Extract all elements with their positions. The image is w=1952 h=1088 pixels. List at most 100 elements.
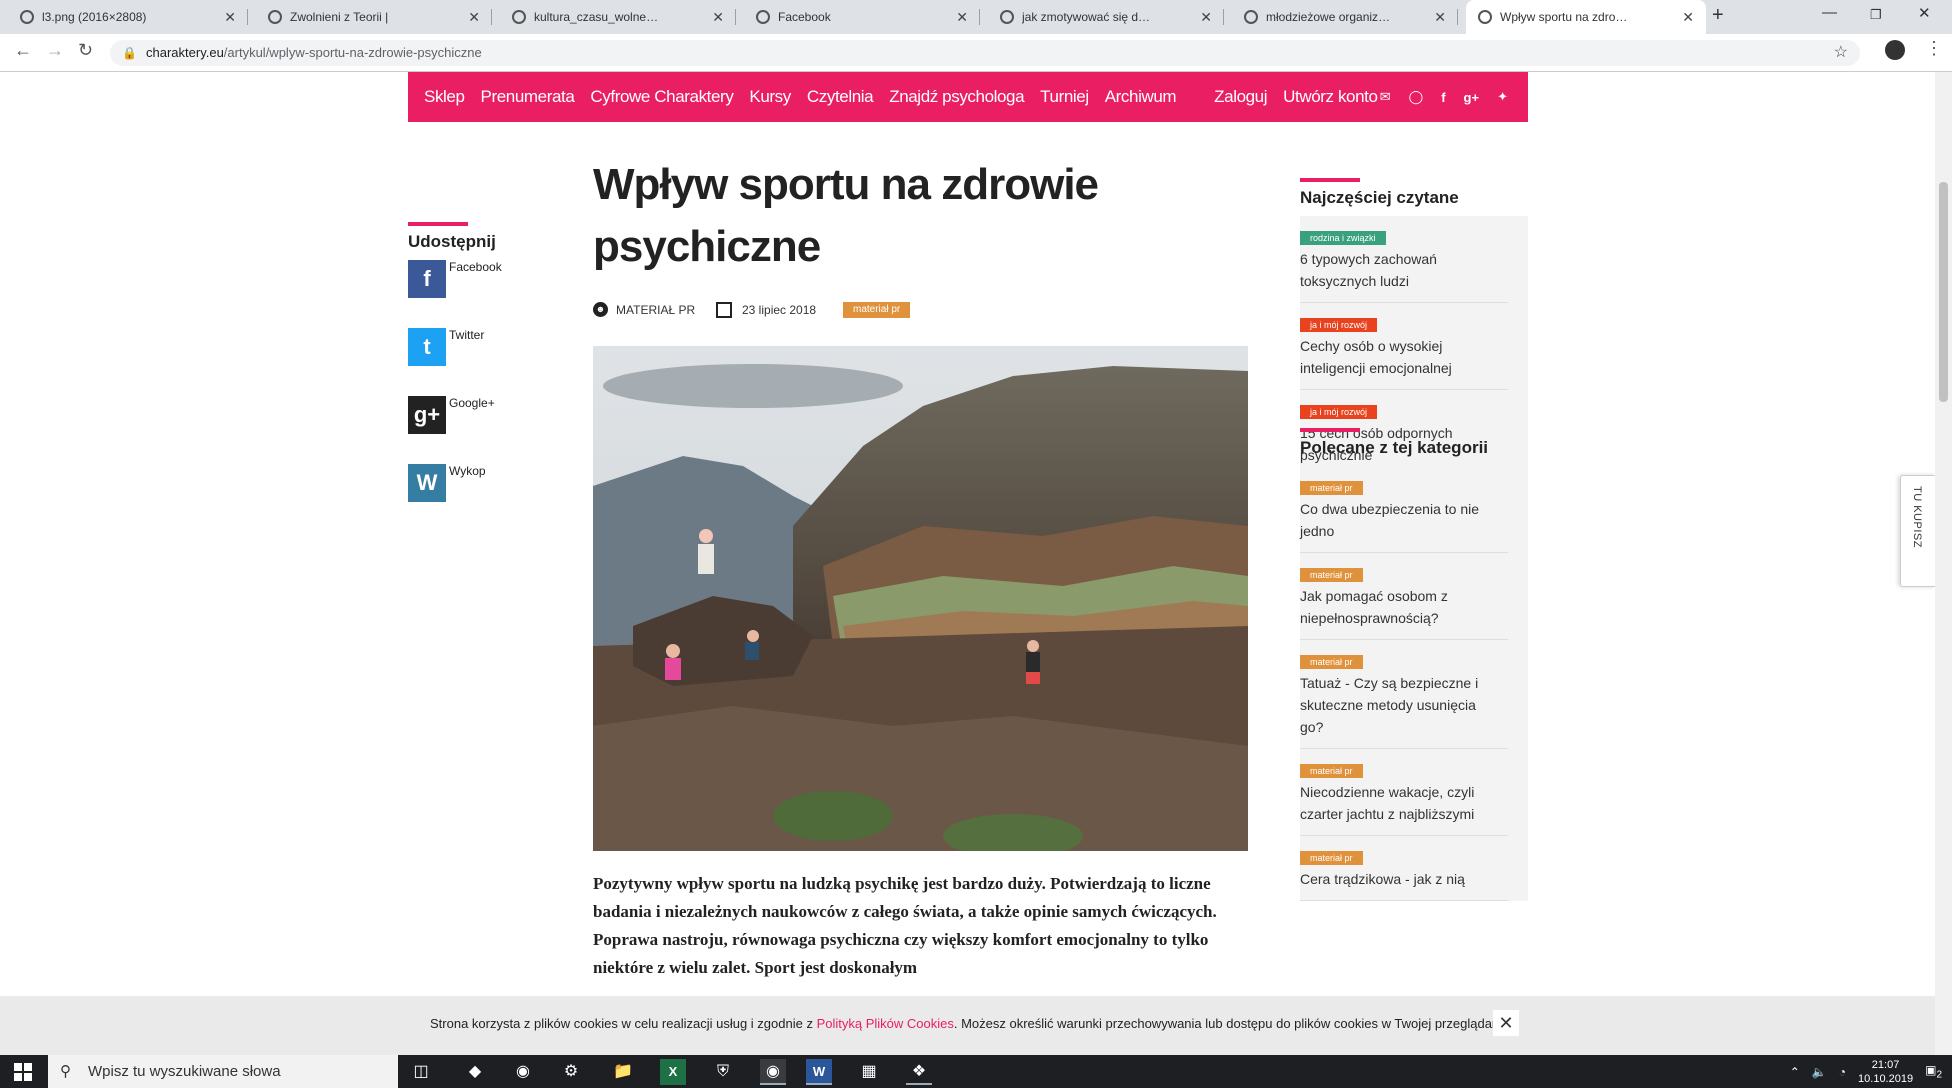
category-badge[interactable]: ja i mój rozwój [1300,405,1378,419]
share-label[interactable]: Wykop [449,464,486,478]
share-item[interactable]: W Wykop [408,464,496,524]
tray-chevron-icon[interactable]: ⌃ [1790,1065,1800,1079]
browser-tab[interactable]: Wpływ sportu na zdrowie psychi ✕ [1466,0,1706,34]
taskbar-search[interactable]: ⚲ Wpisz tu wyszukiwane słowa [48,1055,398,1088]
sidebar-article-title[interactable]: Cechy osób o wysokiej inteligencji emocj… [1300,335,1488,379]
unity-icon[interactable]: ◆ [462,1059,488,1085]
sidebar-article[interactable]: ja i mój rozwój Cechy osób o wysokiej int… [1300,303,1508,390]
close-tab-icon[interactable]: ✕ [224,9,236,26]
browser-tab[interactable]: Zwolnieni z Teorii | ✕ [256,0,492,34]
nav-link[interactable]: Prenumerata [481,87,575,107]
category-badge[interactable]: materiał pr [1300,655,1363,669]
nav-link[interactable]: Turniej [1040,87,1089,107]
share-item[interactable]: t Twitter [408,328,496,388]
sidebar-article-title[interactable]: Co dwa ubezpieczenia to nie jedno [1300,498,1488,542]
nav-link[interactable]: Sklep [424,87,465,107]
sidebar-article-title[interactable]: Tatuaż - Czy są bezpieczne i skuteczne m… [1300,672,1488,738]
shield-icon[interactable]: ⛨ [710,1059,736,1085]
close-tab-icon[interactable]: ✕ [468,9,480,26]
paint-icon[interactable]: ❖ [906,1059,932,1085]
minimize-button[interactable]: — [1822,4,1837,21]
page-scrollbar[interactable] [1935,72,1952,1055]
browser-tab[interactable]: kultura_czasu_wolnego_we_wspo ✕ [500,0,736,34]
sidebar-article-title[interactable]: 6 typowych zachowań toksycznych ludzi [1300,248,1488,292]
google-plus-icon[interactable]: g+ [408,396,446,434]
category-badge[interactable]: rodzina i związki [1300,231,1386,245]
sidebar-article[interactable]: materiał pr Jak pomagać osobom z niepełno… [1300,553,1508,640]
steam-icon[interactable]: ⚙ [558,1059,584,1085]
address-bar[interactable]: 🔒 charaktery.eu/artykul/wplyw-sportu-na-… [110,40,1860,66]
file-explorer-icon[interactable]: 📁 [610,1059,636,1085]
share-item[interactable]: g+ Google+ [408,396,496,456]
rss-icon[interactable]: ◯ [1409,89,1424,105]
google-plus-icon[interactable]: g+ [1464,90,1480,105]
nav-link[interactable]: Archiwum [1105,87,1177,107]
teamviewer-icon[interactable]: ◉ [510,1059,536,1085]
close-tab-icon[interactable]: ✕ [1200,9,1212,26]
sidebar-article[interactable]: rodzina i związki 6 typowych zachowań tok… [1300,216,1508,303]
network-icon[interactable]: ◔ [1839,1065,1846,1079]
nav-link[interactable]: Cyfrowe Charaktery [590,87,733,107]
restore-button[interactable]: ❐ [1870,7,1882,23]
task-view-icon[interactable]: ◫ [408,1059,434,1085]
scrollbar-thumb[interactable] [1939,182,1948,402]
sidebar-article[interactable]: materiał pr Co dwa ubezpieczenia to nie j… [1300,466,1508,553]
back-icon[interactable]: ← [14,40,32,61]
calculator-icon[interactable]: ▦ [856,1059,882,1085]
cookie-close-button[interactable]: ✕ [1493,1010,1519,1036]
facebook-icon[interactable]: f [1441,90,1445,105]
sidebar-article-title[interactable]: Jak pomagać osobom z niepełnosprawnością… [1300,585,1488,629]
category-badge[interactable]: materiał pr [1300,481,1363,495]
close-tab-icon[interactable]: ✕ [1682,9,1694,26]
share-label[interactable]: Google+ [449,396,495,410]
facebook-icon[interactable]: f [408,260,446,298]
browser-tab[interactable]: l3.png (2016×2808) ✕ [8,0,248,34]
sidebar-article[interactable]: materiał pr Cera trądzikowa - jak z nią [1300,836,1508,901]
share-label[interactable]: Twitter [449,328,484,342]
sidebar-article[interactable]: materiał pr Tatuaż - Czy są bezpieczne i … [1300,640,1508,749]
mail-icon[interactable]: ✉ [1380,89,1391,105]
category-badge[interactable]: ja i mój rozwój [1300,318,1378,332]
category-badge[interactable]: materiał pr [1300,568,1363,582]
share-item[interactable]: f Facebook [408,260,502,320]
article-tag[interactable]: materiał pr [843,302,911,318]
close-window-button[interactable]: ✕ [1918,4,1931,22]
word-icon[interactable]: W [806,1059,832,1085]
nav-link[interactable]: Kursy [749,87,791,107]
author-name[interactable]: MATERIAŁ PR [616,303,695,317]
category-badge[interactable]: materiał pr [1300,764,1363,778]
notifications-icon[interactable]: ▣2 [1925,1063,1942,1080]
sidebar-article-title[interactable]: Niecodzienne wakacje, czyli czarter jach… [1300,781,1488,825]
share-label[interactable]: Facebook [449,260,502,274]
browser-tab[interactable]: jak zmotywować się do sportu - S ✕ [988,0,1224,34]
chrome-icon[interactable]: ◉ [760,1059,786,1085]
close-tab-icon[interactable]: ✕ [1434,9,1446,26]
cookie-policy-link[interactable]: Polityką Plików Cookies [817,1016,954,1031]
close-tab-icon[interactable]: ✕ [712,9,724,26]
browser-tab[interactable]: młodzieżowe organizacje sporto ✕ [1232,0,1458,34]
reload-icon[interactable]: ↻ [78,40,93,61]
close-tab-icon[interactable]: ✕ [956,9,968,26]
tu-kupisz-tab[interactable]: TU KUPISZ [1900,475,1936,587]
volume-icon[interactable]: 🔈 [1812,1065,1827,1079]
tag-pill[interactable]: materiał pr [843,302,911,318]
login-link[interactable]: Zaloguj [1214,87,1267,107]
excel-icon[interactable]: X [660,1059,686,1085]
forward-icon[interactable]: → [46,40,64,61]
nav-link[interactable]: Znajdź psychologa [889,87,1024,107]
windows-start-icon[interactable] [14,1063,32,1081]
clock[interactable]: 21:07 10.10.2019 [1858,1058,1913,1086]
profile-avatar[interactable] [1885,40,1905,60]
browser-menu-icon[interactable]: ⋮ [1925,38,1943,59]
nav-link[interactable]: Czytelnia [807,87,874,107]
new-tab-button[interactable]: + [1712,4,1724,27]
sidebar-article-title[interactable]: Cera trądzikowa - jak z nią [1300,868,1488,890]
sidebar-article[interactable]: materiał pr Niecodzienne wakacje, czyli c… [1300,749,1508,836]
wykop-icon[interactable]: W [408,464,446,502]
category-badge[interactable]: materiał pr [1300,851,1363,865]
twitter-icon[interactable]: t [408,328,446,366]
bookmark-star-icon[interactable]: ☆ [1834,40,1848,66]
register-link[interactable]: Utwórz konto [1283,87,1378,107]
twitter-icon[interactable]: ✦ [1497,89,1508,105]
browser-tab[interactable]: Facebook ✕ [744,0,980,34]
